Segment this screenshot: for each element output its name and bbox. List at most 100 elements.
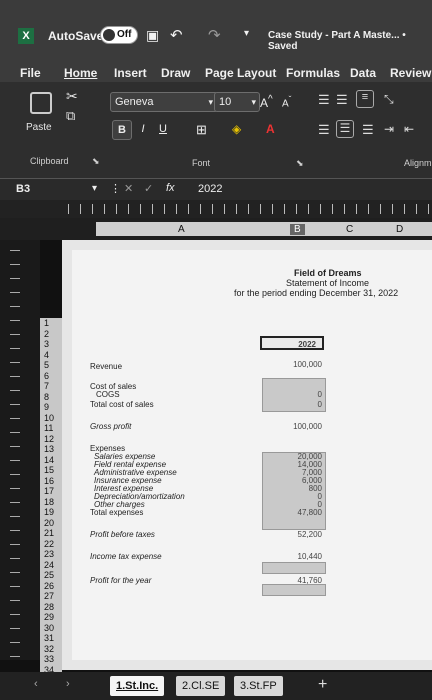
row-header[interactable]: 8 <box>44 392 49 402</box>
font-launcher-icon[interactable]: ⬊ <box>296 158 304 169</box>
statement-line-value[interactable]: 47,800 <box>298 508 322 517</box>
orientation-icon[interactable]: ⤡ <box>384 92 394 107</box>
tab-formulas[interactable]: Formulas <box>286 66 340 80</box>
row-header[interactable]: 14 <box>44 455 54 465</box>
customize-toolbar-icon[interactable]: ▾ <box>244 28 249 39</box>
statement-line-value[interactable]: 10,440 <box>298 552 322 561</box>
clipboard-launcher-icon[interactable]: ⬊ <box>92 156 100 167</box>
column-header-b[interactable]: B <box>290 224 305 235</box>
row-header[interactable]: 32 <box>44 644 54 654</box>
row-header[interactable]: 19 <box>44 507 54 517</box>
row-header[interactable]: 10 <box>44 413 54 423</box>
align-right-icon[interactable]: ☰ <box>362 122 374 138</box>
statement-line-value[interactable]: 0 <box>318 390 322 399</box>
underline-button[interactable]: U <box>154 120 172 138</box>
autosave-toggle[interactable]: Off <box>100 26 138 44</box>
wrap-text-icon[interactable]: ≡ <box>356 90 374 108</box>
row-header[interactable]: 30 <box>44 623 54 633</box>
cancel-icon[interactable]: ✕ <box>124 182 133 195</box>
row-header[interactable]: 22 <box>44 539 54 549</box>
statement-line-label[interactable]: Total cost of sales <box>90 400 154 409</box>
row-header[interactable]: 17 <box>44 486 54 496</box>
row-header[interactable]: 11 <box>44 423 53 433</box>
row-header[interactable]: 6 <box>44 371 49 381</box>
redo-icon[interactable]: ↷ <box>208 26 221 44</box>
statement-line-value[interactable]: 0 <box>318 400 322 409</box>
statement-line-label[interactable]: Gross profit <box>90 422 131 431</box>
tab-home[interactable]: Home <box>64 66 97 80</box>
outdent-icon[interactable]: ⇤ <box>404 122 414 136</box>
cut-icon[interactable]: ✂ <box>66 88 78 105</box>
scroll-left-icon[interactable]: ‹ <box>34 678 38 690</box>
tab-review[interactable]: Review <box>390 66 431 80</box>
row-header[interactable]: 5 <box>44 360 49 370</box>
row-header[interactable]: 20 <box>44 518 54 528</box>
tab-draw[interactable]: Draw <box>161 66 190 80</box>
row-header[interactable]: 1 <box>44 318 49 328</box>
statement-line-label[interactable]: COGS <box>96 390 120 399</box>
font-color-icon[interactable]: A <box>266 122 275 136</box>
year-header-cell[interactable]: 2022 <box>260 336 324 350</box>
row-header[interactable]: 23 <box>44 549 54 559</box>
italic-button[interactable]: I <box>134 120 152 138</box>
increase-font-icon[interactable]: A^ <box>260 94 273 110</box>
tab-file[interactable]: File <box>20 66 41 80</box>
add-sheet-button[interactable]: + <box>318 676 327 694</box>
row-header[interactable]: 33 <box>44 654 54 664</box>
statement-line-label[interactable]: Profit before taxes <box>90 530 155 539</box>
align-top-icon[interactable]: ☰ <box>318 92 330 108</box>
row-header[interactable]: 31 <box>44 633 54 643</box>
formula-input[interactable]: 2022 <box>198 183 428 195</box>
enter-icon[interactable]: ✓ <box>144 182 153 195</box>
paste-icon[interactable] <box>30 92 52 114</box>
font-size-select[interactable]: 10 ▾ <box>214 92 260 112</box>
paste-label[interactable]: Paste <box>26 122 52 133</box>
row-header[interactable]: 16 <box>44 476 54 486</box>
statement-line-label[interactable]: Income tax expense <box>90 552 162 561</box>
name-box-dropdown-icon[interactable]: ▾ <box>92 183 97 194</box>
copy-icon[interactable]: ⧉ <box>66 108 75 124</box>
scroll-right-icon[interactable]: › <box>66 678 70 690</box>
row-header[interactable]: 9 <box>44 402 49 412</box>
row-header[interactable]: 21 <box>44 528 54 538</box>
column-header-c[interactable]: C <box>346 224 353 235</box>
row-header[interactable]: 13 <box>44 444 54 454</box>
statement-line-label[interactable]: Profit for the year <box>90 576 151 585</box>
undo-icon[interactable]: ↶ <box>170 26 183 44</box>
row-header[interactable]: 15 <box>44 465 54 475</box>
row-header[interactable]: 18 <box>44 497 54 507</box>
row-header[interactable]: 27 <box>44 591 54 601</box>
statement-line-value[interactable]: 41,760 <box>298 576 322 585</box>
row-header[interactable]: 26 <box>44 581 54 591</box>
statement-line-value[interactable]: 52,200 <box>298 530 322 539</box>
sheet-tab-cl-se[interactable]: 2.Cl.SE <box>176 676 226 696</box>
bold-button[interactable]: B <box>112 120 132 140</box>
statement-line-label[interactable]: Total expenses <box>90 508 143 517</box>
row-header[interactable]: 7 <box>44 381 49 391</box>
name-box[interactable]: B3 <box>16 183 30 195</box>
row-header[interactable]: 28 <box>44 602 54 612</box>
font-name-select[interactable]: Geneva ▾ <box>110 92 218 112</box>
align-middle-icon[interactable]: ☰ <box>336 92 348 108</box>
sheet-tab-st-fp[interactable]: 3.St.FP <box>234 676 283 696</box>
decrease-font-icon[interactable]: Aˇ <box>282 94 291 109</box>
column-header-d[interactable]: D <box>396 224 403 235</box>
column-header-a[interactable]: A <box>178 224 185 235</box>
row-header[interactable]: 2 <box>44 329 49 339</box>
tab-insert[interactable]: Insert <box>114 66 147 80</box>
save-icon[interactable]: ▣ <box>146 27 159 44</box>
row-header[interactable]: 25 <box>44 570 54 580</box>
statement-line-value[interactable]: 100,000 <box>293 360 322 369</box>
insert-function-button[interactable]: fx <box>166 182 175 194</box>
row-header[interactable]: 24 <box>44 560 54 570</box>
align-left-icon[interactable]: ☰ <box>318 122 330 138</box>
borders-icon[interactable]: ⊞ <box>196 122 207 138</box>
row-header[interactable]: 29 <box>44 612 54 622</box>
align-center-icon[interactable]: ☰ <box>336 120 354 138</box>
sheet-tab-income[interactable]: 1.St.Inc. <box>110 676 165 696</box>
row-header[interactable]: 3 <box>44 339 49 349</box>
statement-line-label[interactable]: Revenue <box>90 362 122 371</box>
statement-line-value[interactable]: 100,000 <box>293 422 322 431</box>
row-header[interactable]: 4 <box>44 350 49 360</box>
row-header[interactable]: 12 <box>44 434 54 444</box>
